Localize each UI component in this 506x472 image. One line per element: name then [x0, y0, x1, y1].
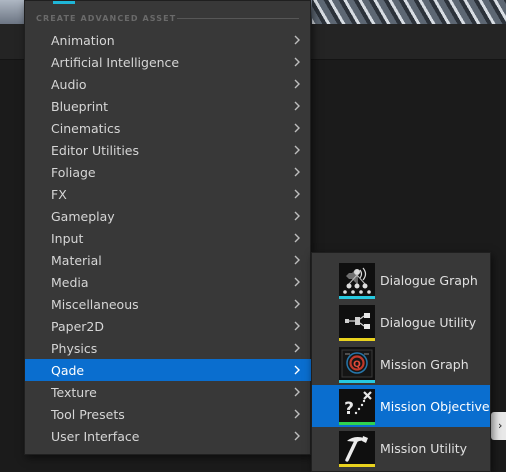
menu-item-physics[interactable]: Physics [25, 337, 311, 359]
chevron-right-icon [291, 29, 303, 51]
mission-utility-icon [339, 431, 375, 467]
chevron-right-icon [291, 205, 303, 227]
menu-item-fx[interactable]: FX [25, 183, 311, 205]
chevron-right-icon [291, 161, 303, 183]
submenu-item-label: Mission Utility [380, 440, 468, 456]
menu-item-label: Blueprint [51, 98, 109, 114]
menu-item-label: Cinematics [51, 120, 121, 136]
menu-item-label: Editor Utilities [51, 142, 140, 158]
menu-item-miscellaneous[interactable]: Miscellaneous [25, 293, 311, 315]
menu-item-cinematics[interactable]: Cinematics [25, 117, 311, 139]
submenu-item-mission-graph[interactable]: Q Mission Graph [312, 343, 490, 385]
submenu-item-label: Dialogue Graph [380, 272, 478, 288]
menu-list: Animation Artificial Intelligence Audio … [25, 29, 311, 447]
submenu-item-label: Mission Objective [380, 398, 490, 414]
menu-item-animation[interactable]: Animation [25, 29, 311, 51]
menu-item-label: User Interface [51, 428, 140, 444]
menu-item-label: Media [51, 274, 89, 290]
menu-item-label: Material [51, 252, 102, 268]
create-advanced-asset-menu: CREATE ADVANCED ASSET Animation Artifici… [24, 0, 311, 455]
mission-objective-icon: ? [339, 389, 375, 425]
chevron-right-icon [291, 73, 303, 95]
editor-stage: › CREATE ADVANCED ASSET Animation Artifi… [0, 0, 506, 472]
menu-item-label: Artificial Intelligence [51, 54, 180, 70]
chevron-right-icon [291, 425, 303, 447]
menu-item-label: Input [51, 230, 84, 246]
menu-item-user-interface[interactable]: User Interface [25, 425, 311, 447]
menu-item-material[interactable]: Material [25, 249, 311, 271]
menu-item-tool-presets[interactable]: Tool Presets [25, 403, 311, 425]
submenu-item-dialogue-graph[interactable]: Dialogue Graph [312, 259, 490, 301]
menu-item-gameplay[interactable]: Gameplay [25, 205, 311, 227]
chevron-right-icon [291, 337, 303, 359]
menu-item-label: Tool Presets [51, 406, 125, 422]
mission-graph-icon: Q [339, 347, 375, 383]
menu-item-media[interactable]: Media [25, 271, 311, 293]
menu-item-label: Qade [51, 362, 85, 378]
menu-item-paper2d[interactable]: Paper2D [25, 315, 311, 337]
chevron-right-icon [291, 183, 303, 205]
chevron-right-icon [291, 403, 303, 425]
menu-accent-bar [53, 1, 75, 4]
asset-type-color-bar [339, 422, 375, 425]
chevron-right-icon [291, 381, 303, 403]
menu-item-label: Gameplay [51, 208, 115, 224]
chevron-right-icon [291, 293, 303, 315]
menu-item-label: Miscellaneous [51, 296, 139, 312]
background-edge-button[interactable]: › [491, 412, 506, 440]
menu-item-artificial-intelligence[interactable]: Artificial Intelligence [25, 51, 311, 73]
submenu-item-dialogue-utility[interactable]: Dialogue Utility [312, 301, 490, 343]
chevron-right-icon [291, 249, 303, 271]
qade-submenu: Dialogue Graph Dialogue Utility Q Missio… [311, 252, 491, 472]
chevron-right-icon [291, 95, 303, 117]
asset-type-color-bar [339, 380, 375, 383]
asset-type-color-bar [339, 296, 375, 299]
menu-item-foliage[interactable]: Foliage [25, 161, 311, 183]
asset-type-color-bar [339, 464, 375, 467]
menu-item-texture[interactable]: Texture [25, 381, 311, 403]
menu-item-editor-utilities[interactable]: Editor Utilities [25, 139, 311, 161]
submenu-item-mission-objective[interactable]: ? Mission Objective [312, 385, 490, 427]
banner-sky [0, 0, 24, 24]
submenu-item-label: Mission Graph [380, 356, 469, 372]
chevron-right-icon [291, 271, 303, 293]
menu-item-label: Paper2D [51, 318, 104, 334]
chevron-right-icon [291, 117, 303, 139]
menu-item-input[interactable]: Input [25, 227, 311, 249]
chevron-right-icon [291, 227, 303, 249]
chevron-right-icon [291, 51, 303, 73]
menu-header-divider [177, 18, 299, 19]
menu-item-blueprint[interactable]: Blueprint [25, 95, 311, 117]
menu-item-label: FX [51, 186, 67, 202]
chevron-right-icon [291, 359, 303, 381]
menu-header: CREATE ADVANCED ASSET [36, 11, 176, 25]
svg-text:?: ? [344, 399, 354, 419]
menu-item-label: Animation [51, 32, 115, 48]
menu-item-qade[interactable]: Qade [25, 359, 311, 381]
menu-header-label: CREATE ADVANCED ASSET [36, 13, 177, 23]
submenu-item-label: Dialogue Utility [380, 314, 477, 330]
asset-type-color-bar [339, 338, 375, 341]
menu-item-label: Texture [51, 384, 97, 400]
menu-item-audio[interactable]: Audio [25, 73, 311, 95]
chevron-right-icon [291, 139, 303, 161]
chevron-right-icon [291, 315, 303, 337]
menu-item-label: Audio [51, 76, 87, 92]
dialogue-utility-icon [339, 305, 375, 341]
banner-tower-image [312, 0, 506, 24]
menu-item-label: Foliage [51, 164, 96, 180]
submenu-item-mission-utility[interactable]: Mission Utility [312, 427, 490, 469]
dialogue-graph-icon [339, 263, 375, 299]
svg-text:Q: Q [353, 360, 361, 370]
menu-item-label: Physics [51, 340, 98, 356]
edge-chevron-icon: › [498, 419, 503, 432]
